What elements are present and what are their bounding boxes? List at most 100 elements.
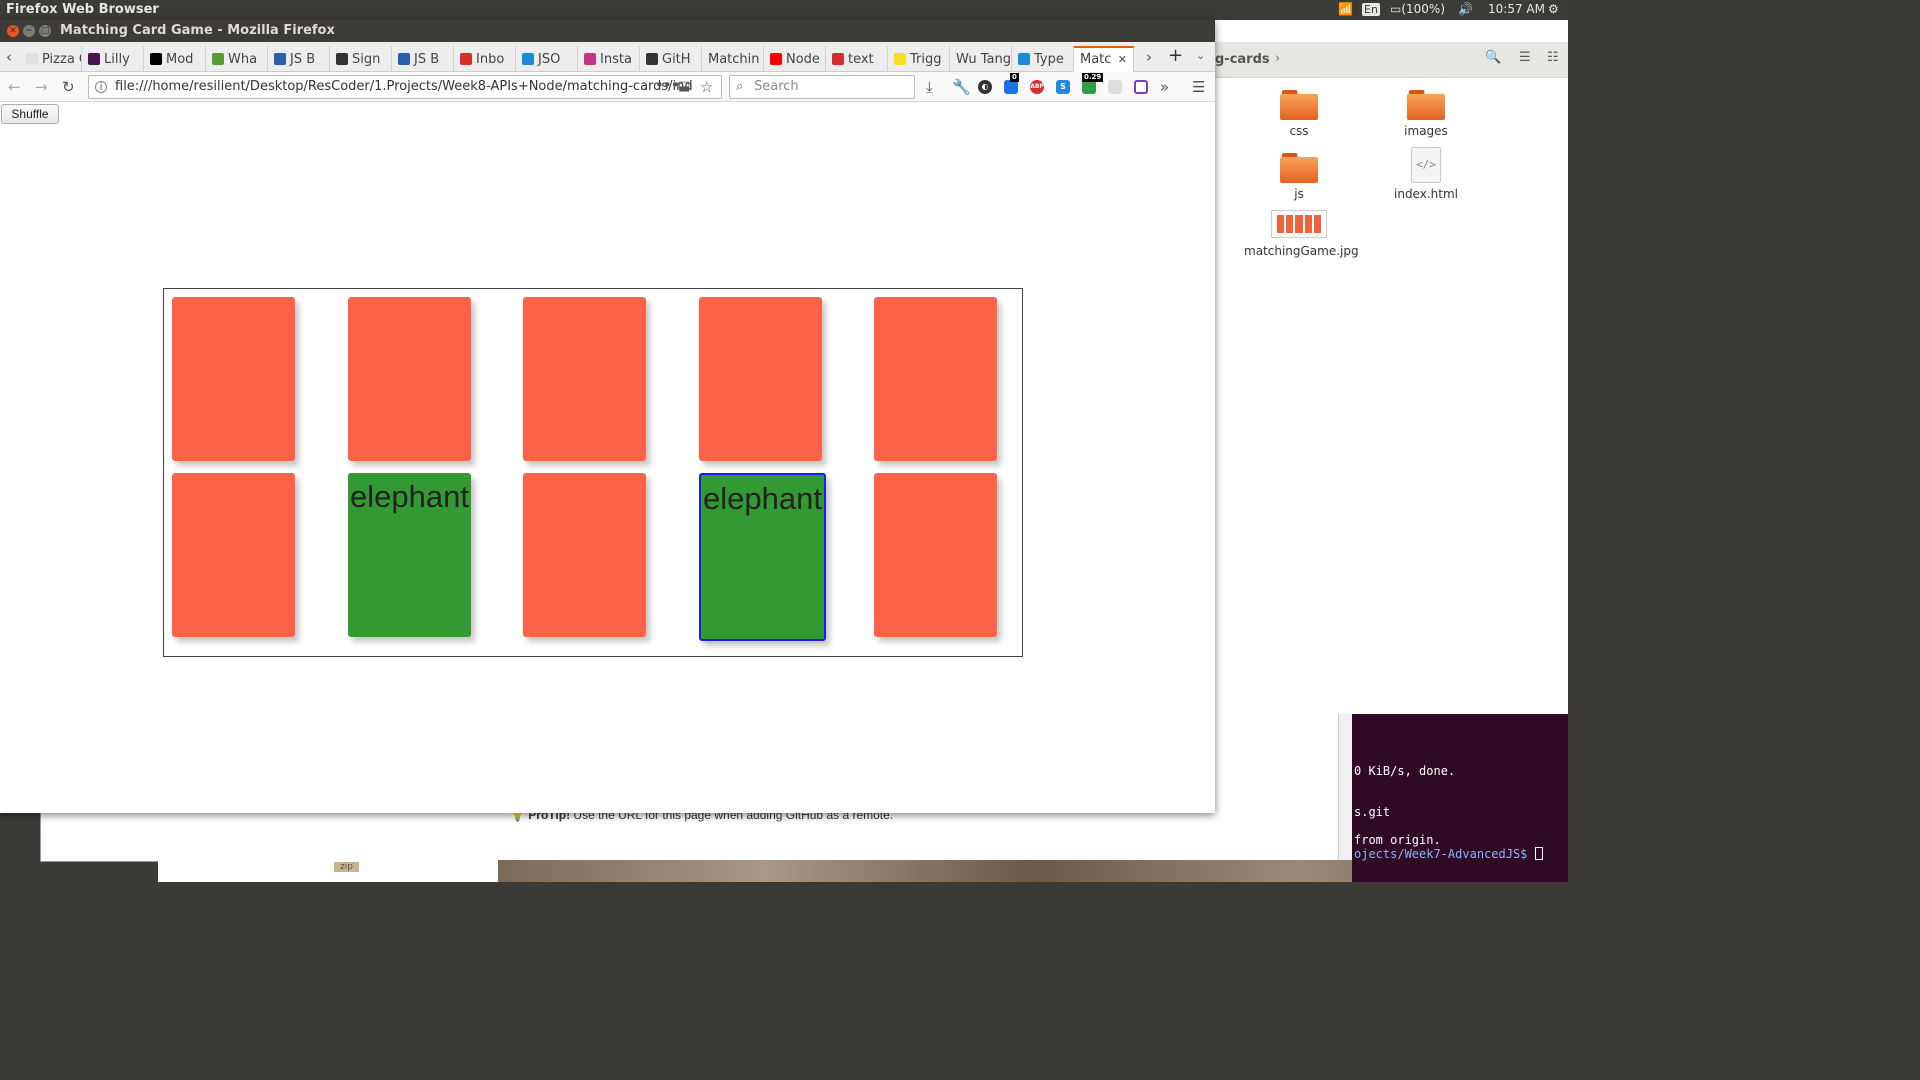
file-item-matching-game-jpg[interactable]: matchingGame.jpg	[1244, 210, 1359, 258]
list-all-tabs-icon[interactable]: ⌄	[1196, 49, 1205, 62]
tab-label: Sign	[352, 52, 381, 67]
more-tools-icon[interactable]: »	[1160, 78, 1169, 96]
background-scrollbar[interactable]	[1338, 712, 1352, 860]
system-top-bar: Firefox Web Browser 📶 En ▭(100%) 🔊 10:57…	[0, 0, 1568, 20]
tab-13[interactable]: text	[826, 46, 888, 72]
privacy-extension-icon[interactable]: ◐	[978, 80, 992, 94]
battery-indicator[interactable]: ▭(100%)	[1390, 2, 1445, 16]
codepen-icon	[522, 53, 534, 65]
back-icon[interactable]: ←	[8, 78, 21, 96]
file-item-images[interactable]: images	[1371, 90, 1481, 138]
folder-icon	[1407, 90, 1445, 120]
tab-12[interactable]: Node	[764, 46, 826, 72]
tab-17[interactable]: Matc ✕	[1074, 46, 1134, 73]
site-info-icon[interactable]: i	[95, 81, 107, 93]
tab-5[interactable]: Sign	[330, 46, 392, 72]
minimize-window-icon[interactable]: −	[23, 25, 35, 37]
terminal-window[interactable]: 0 KiB/s, done. s.git from origin. ojects…	[1352, 712, 1568, 882]
active-app-title: Firefox Web Browser	[6, 2, 159, 17]
pocket-icon[interactable]: ⬓	[678, 78, 690, 96]
memory-card[interactable]	[874, 297, 997, 461]
grid-view-icon[interactable]: ☷	[1547, 50, 1559, 65]
developer-tools-icon[interactable]: 🔧	[952, 78, 971, 96]
keyboard-language-indicator[interactable]: En	[1362, 2, 1380, 16]
tab-10[interactable]: GitH	[640, 46, 702, 72]
tab-15[interactable]: Wu Tang	[950, 46, 1012, 72]
tab-1[interactable]: Lilly	[82, 46, 144, 72]
tab-9[interactable]: Insta	[578, 46, 640, 72]
window-titlebar[interactable]: ✕ − □ Matching Card Game - Mozilla Firef…	[0, 20, 1215, 42]
shuffle-button[interactable]: Shuffle	[1, 104, 59, 124]
tab-label: Matchin	[708, 52, 760, 67]
adblock-icon[interactable]: ABP	[1030, 80, 1044, 94]
reload-icon[interactable]: ↻	[62, 78, 75, 96]
volume-icon[interactable]: 🔊	[1458, 2, 1473, 16]
skype-icon[interactable]: S	[1056, 80, 1070, 94]
page-actions-icon[interactable]: •••	[655, 76, 680, 94]
wifi-icon[interactable]: 📶	[1338, 2, 1353, 16]
path-forward-icon[interactable]: ›	[1275, 51, 1280, 66]
terminal-line: s.git	[1354, 805, 1391, 819]
tab-4[interactable]: JS B	[268, 46, 330, 72]
menu-hamburger-icon[interactable]: ☰	[1192, 78, 1205, 96]
path-bar-current[interactable]: g-cards	[1215, 52, 1270, 67]
js-icon	[274, 53, 286, 65]
tabs-scroll-left-icon[interactable]: ‹	[6, 48, 12, 66]
timer-extension-icon[interactable]: 0.29	[1082, 73, 1104, 94]
file-item-css[interactable]: css	[1244, 90, 1354, 138]
container-extension-icon[interactable]	[1134, 80, 1148, 94]
file-item-index-html[interactable]: </> index.html	[1371, 147, 1481, 201]
tab-label: Mod	[166, 52, 194, 67]
memory-card[interactable]	[172, 473, 295, 637]
memory-card[interactable]	[874, 473, 997, 637]
image-file-icon	[1271, 210, 1327, 238]
tab-8[interactable]: JSO	[516, 46, 578, 72]
close-tab-icon[interactable]: ✕	[1118, 53, 1127, 66]
bookmark-star-icon[interactable]: ☆	[700, 78, 713, 96]
slack-icon	[88, 53, 100, 65]
memory-card[interactable]: elephant	[348, 473, 471, 637]
tab-16[interactable]: Type	[1012, 46, 1074, 72]
tab-0[interactable]: Pizza Cu	[20, 46, 82, 72]
disabled-extension-icon[interactable]	[1108, 80, 1122, 94]
terminal-prompt: ojects/Week7-AdvancedJS$	[1354, 847, 1543, 861]
tab-14[interactable]: Trigg	[888, 46, 950, 72]
card-label: elephant	[703, 481, 822, 516]
extension-badge: 0.29	[1082, 73, 1104, 82]
downloads-icon[interactable]: ⤓	[926, 78, 933, 96]
card-board: elephant elephant	[163, 288, 1023, 657]
tab-label: Wu Tang	[956, 52, 1012, 67]
url-bar[interactable]: i file:///home/resilient/Desktop/ResCode…	[88, 75, 722, 99]
memory-card[interactable]	[172, 297, 295, 461]
battery-level: (100%)	[1401, 2, 1446, 16]
memory-card[interactable]	[523, 473, 646, 637]
list-view-icon[interactable]: ☰	[1519, 50, 1531, 65]
extension-icon[interactable]: 0	[1004, 73, 1019, 94]
forward-icon[interactable]: →	[35, 78, 48, 96]
file-item-js[interactable]: js	[1244, 153, 1354, 201]
navigation-toolbar: ← → ↻ i file:///home/resilient/Desktop/R…	[0, 72, 1215, 102]
clock[interactable]: 10:57 AM	[1488, 2, 1545, 16]
memory-card[interactable]	[699, 297, 822, 461]
settings-gear-icon[interactable]: ⚙	[1548, 2, 1559, 16]
tab-label: Insta	[600, 52, 632, 67]
tab-11[interactable]: Matchin	[702, 46, 764, 72]
file-name: js	[1294, 187, 1304, 201]
close-window-icon[interactable]: ✕	[7, 25, 19, 37]
search-bar[interactable]: ⌕ Search	[729, 75, 915, 99]
tab-6[interactable]: JS B	[392, 46, 454, 72]
tabs-scroll-right-icon[interactable]: ›	[1146, 48, 1152, 66]
js-icon	[398, 53, 410, 65]
memory-card[interactable]	[348, 297, 471, 461]
memory-card[interactable]	[523, 297, 646, 461]
new-tab-icon[interactable]: +	[1168, 45, 1183, 66]
tab-7[interactable]: Inbo	[454, 46, 516, 72]
medium-icon	[150, 53, 162, 65]
tab-3[interactable]: Wha	[206, 46, 268, 72]
maximize-window-icon[interactable]: □	[39, 25, 51, 37]
tab-2[interactable]: Mod	[144, 46, 206, 72]
terminal-line: 0 KiB/s, done.	[1354, 764, 1456, 778]
tab-label: Type	[1034, 52, 1064, 67]
memory-card[interactable]: elephant	[699, 473, 826, 641]
search-icon[interactable]: 🔍	[1485, 50, 1501, 65]
